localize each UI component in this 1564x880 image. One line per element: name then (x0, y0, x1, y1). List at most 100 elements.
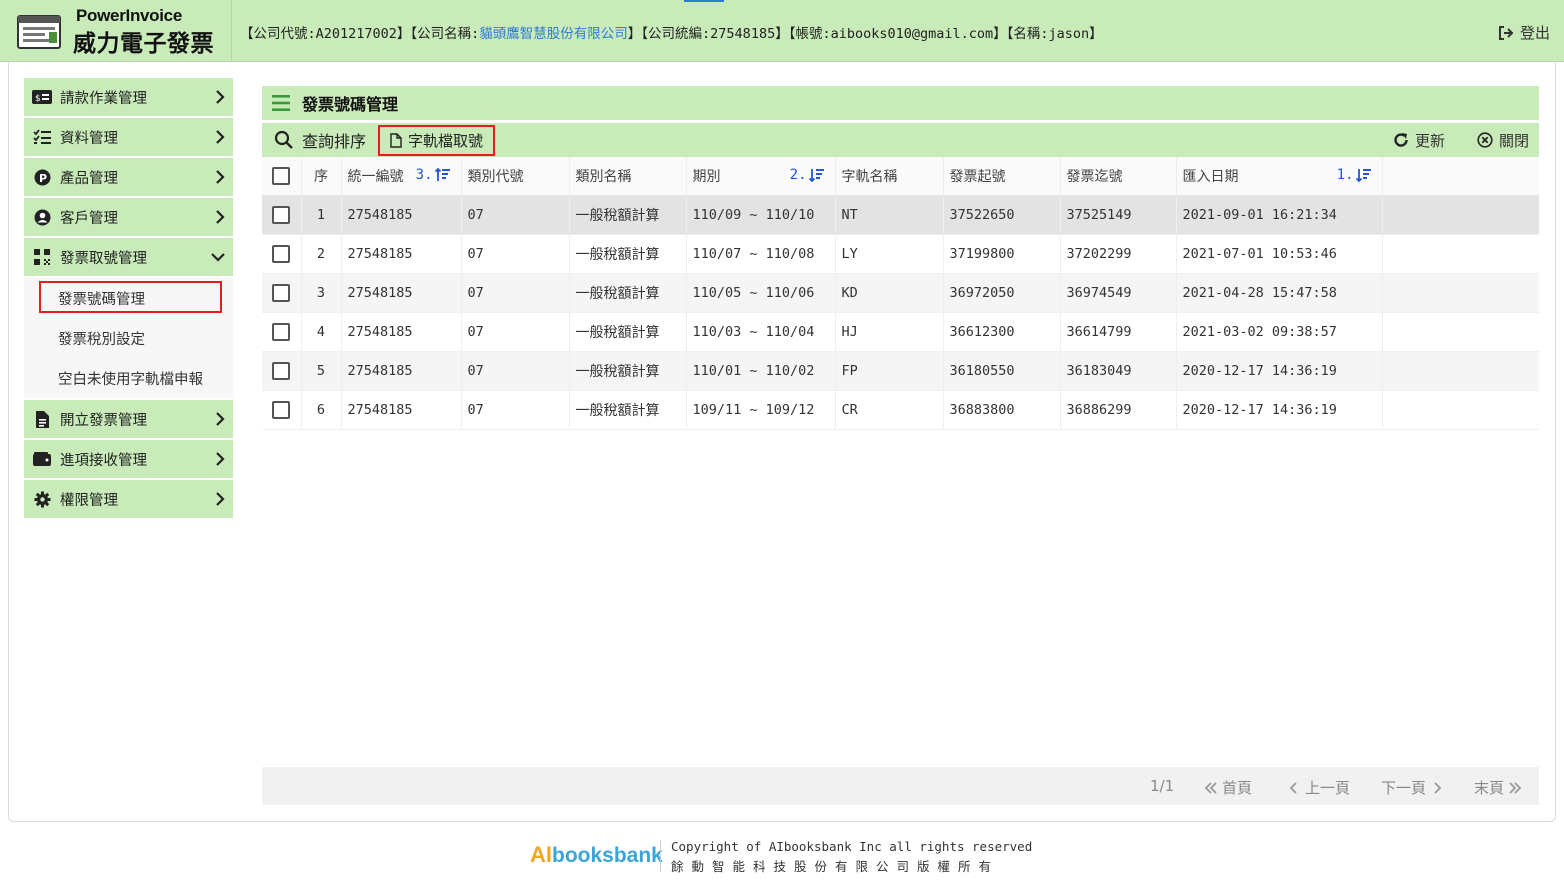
cell-start-number: 36972050 (943, 273, 1061, 312)
column-header-track-name[interactable]: 字軌名稱 (835, 157, 944, 195)
page-title-bar: 發票號碼管理 (262, 86, 1539, 120)
row-checkbox[interactable] (272, 244, 291, 263)
column-header-start-number[interactable]: 發票起號 (943, 157, 1061, 195)
next-page-button[interactable]: 下一頁 (1381, 777, 1444, 798)
logout-icon (1498, 25, 1514, 40)
logo-ai-text: AI (530, 842, 552, 867)
column-header-category-code[interactable]: 類別代號 (461, 157, 570, 195)
column-header-end-number[interactable]: 發票迄號 (1060, 157, 1177, 195)
table-row[interactable]: 5 27548185 07 一般稅額計算 110/01 ~ 110/02 FP 361805… (262, 351, 1539, 390)
footer-divider (660, 840, 661, 872)
cell-category-code: 07 (461, 351, 570, 390)
row-checkbox[interactable] (272, 400, 291, 419)
sidebar-subitem-tax-setting[interactable]: 發票稅別設定 (24, 318, 233, 358)
invoice-file-icon (32, 410, 52, 428)
row-checkbox[interactable] (272, 322, 291, 341)
cell-category-name: 一般稅額計算 (569, 390, 687, 429)
sort-order: 3. (415, 167, 433, 183)
cell-seq: 2 (301, 234, 342, 273)
query-sort-button[interactable]: 查詢排序 (274, 128, 366, 152)
close-circle-icon (1477, 132, 1493, 148)
user-circle-icon (32, 208, 52, 226)
cell-start-number: 36612300 (943, 312, 1061, 351)
table-row[interactable]: 3 27548185 07 一般稅額計算 110/05 ~ 110/06 KD 369720… (262, 273, 1539, 312)
sidebar-item-product[interactable]: P 產品管理 (24, 158, 233, 196)
cell-end-number: 36886299 (1060, 390, 1177, 429)
table-row[interactable]: 4 27548185 07 一般稅額計算 110/03 ~ 110/04 HJ 366123… (262, 312, 1539, 351)
column-header-label: 統一編號 (347, 168, 404, 185)
column-header-period[interactable]: 期別 2. (686, 157, 836, 195)
sidebar-item-invoice-number[interactable]: 發票取號管理 (24, 238, 233, 276)
column-header-tax-id[interactable]: 統一編號 3. (341, 157, 462, 195)
app-logo[interactable]: PowerInvoice 威力電子發票 (0, 0, 232, 62)
sort-indicator: 3. (416, 167, 451, 183)
sidebar-item-label: 開立發票管理 (60, 412, 147, 429)
sidebar-item-data[interactable]: 資料管理 (24, 118, 233, 156)
cell-tax-id: 27548185 (341, 234, 462, 273)
logout-button[interactable]: 登出 (1498, 22, 1550, 43)
cell-category-name: 一般稅額計算 (569, 312, 687, 351)
sidebar-item-billing[interactable]: $ 請款作業管理 (24, 78, 233, 116)
invoice-number-table: 序 統一編號 3. 類別代號 類別名稱 期別 2. 字軌名稱 發票起號 發票迄號 匯… (262, 157, 1539, 430)
cell-seq: 4 (301, 312, 342, 351)
cell-empty (1382, 195, 1539, 234)
prev-page-button[interactable]: 上一頁 (1287, 777, 1350, 798)
chevron-right-icon (1434, 781, 1442, 794)
product-p-icon: P (32, 168, 52, 186)
logo-english-text: PowerInvoice (76, 6, 182, 25)
table-row[interactable]: 2 27548185 07 一般稅額計算 110/07 ~ 110/08 LY 371998… (262, 234, 1539, 273)
sidebar-item-permission[interactable]: 權限管理 (24, 480, 233, 518)
refresh-button[interactable]: 更新 (1393, 130, 1445, 151)
pagination-bar: 1/1 首頁 上一頁 下一頁 末頁 (262, 767, 1539, 805)
chevron-right-icon (216, 170, 225, 184)
first-page-button[interactable]: 首頁 (1204, 777, 1252, 798)
sidebar-item-label: 權限管理 (60, 492, 118, 509)
chevron-right-icon (216, 452, 225, 466)
row-checkbox[interactable] (272, 361, 291, 380)
row-checkbox[interactable] (272, 205, 291, 224)
row-checkbox[interactable] (272, 283, 291, 302)
column-header-category-name[interactable]: 類別名稱 (569, 157, 687, 195)
sidebar-item-customer[interactable]: 客戶管理 (24, 198, 233, 236)
sidebar-subitem-blank-report[interactable]: 空白未使用字軌檔申報 (24, 358, 233, 398)
cell-end-number: 36614799 (1060, 312, 1177, 351)
sidebar-subitem-label: 發票號碼管理 (58, 291, 145, 308)
toolbar-right-actions: 更新 關閉 (1393, 123, 1529, 157)
row-select-cell (262, 195, 302, 234)
cell-empty (1382, 273, 1539, 312)
invoice-logo-icon (17, 15, 61, 49)
cell-period: 110/01 ~ 110/02 (686, 351, 836, 390)
gear-icon (32, 490, 52, 508)
hamburger-menu-icon[interactable] (272, 95, 290, 111)
track-file-number-button[interactable]: 字軌檔取號 (378, 124, 496, 156)
logo-chinese-text: 威力電子發票 (73, 31, 214, 57)
sidebar-item-issue-invoice[interactable]: 開立發票管理 (24, 400, 233, 438)
prev-page-label: 上一頁 (1305, 779, 1351, 797)
close-button[interactable]: 關閉 (1477, 130, 1529, 151)
cell-end-number: 37525149 (1060, 195, 1177, 234)
table-row[interactable]: 1 27548185 07 一般稅額計算 110/09 ~ 110/10 NT 375226… (262, 195, 1539, 234)
query-sort-label: 查詢排序 (302, 132, 367, 151)
cell-tax-id: 27548185 (341, 351, 462, 390)
column-header-empty (1382, 157, 1539, 195)
select-all-checkbox[interactable] (272, 166, 291, 185)
chevron-right-icon (216, 412, 225, 426)
cell-end-number: 37202299 (1060, 234, 1177, 273)
sort-descending-icon (808, 169, 824, 182)
cell-category-name: 一般稅額計算 (569, 351, 687, 390)
copyright-english: Copyright of AIbooksbank Inc all rights … (671, 839, 1033, 854)
company-name-link[interactable]: 貓頭鷹智慧股份有限公司 (479, 26, 628, 42)
last-page-button[interactable]: 末頁 (1474, 777, 1522, 798)
column-header-import-date[interactable]: 匯入日期 1. (1176, 157, 1383, 195)
next-page-label: 下一頁 (1381, 779, 1427, 797)
cell-category-code: 07 (461, 390, 570, 429)
sidebar-item-input-receive[interactable]: 進項接收管理 (24, 440, 233, 478)
sidebar-subitem-invoice-number-mgmt[interactable]: 發票號碼管理 (24, 278, 233, 318)
cell-track-name: NT (835, 195, 944, 234)
track-file-number-label: 字軌檔取號 (408, 131, 484, 150)
cell-category-code: 07 (461, 273, 570, 312)
column-header-seq[interactable]: 序 (301, 157, 342, 195)
cell-track-name: FP (835, 351, 944, 390)
table-row[interactable]: 6 27548185 07 一般稅額計算 109/11 ~ 109/12 CR 368838… (262, 390, 1539, 429)
sort-ascending-icon (434, 168, 450, 181)
